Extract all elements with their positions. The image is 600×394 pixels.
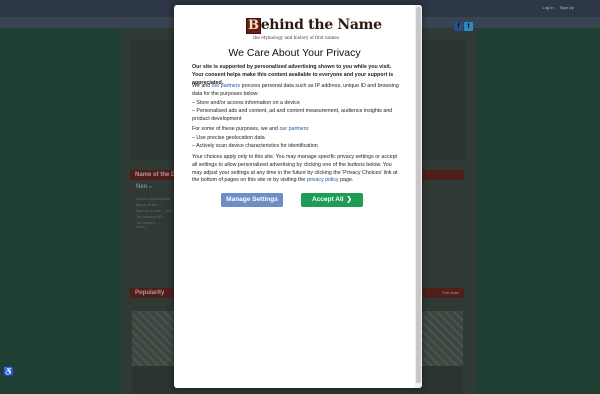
logo-text: ehind the Name [260, 17, 382, 33]
choices-paragraph: Your choices apply only to this site. Yo… [192, 154, 398, 184]
popularity-map-thumbnail[interactable] [132, 311, 176, 366]
section-title: Popularity [135, 290, 165, 296]
manage-settings-button[interactable]: Manage Settings [221, 193, 283, 207]
signup-link[interactable]: Sign Up [560, 5, 574, 10]
featured-name[interactable]: Nen m [136, 184, 152, 190]
dialog-content: Behind the Name the etymology and histor… [174, 5, 415, 388]
logo-initial: B [246, 18, 261, 34]
twitter-icon[interactable]: t [464, 22, 473, 31]
account-links: Log In Sign Up [538, 5, 574, 10]
facebook-icon[interactable]: f [454, 22, 463, 31]
full-chart-link[interactable]: Full chart [443, 290, 459, 295]
accept-all-button[interactable]: Accept All ❯ [301, 193, 363, 207]
purposes-list: – Store and/or access information on a d… [192, 100, 402, 123]
partners-paragraph: We and our partners process personal dat… [192, 83, 399, 97]
chevron-right-icon: ❯ [346, 196, 352, 203]
list-item: – Actively scan device characteristics f… [192, 142, 318, 149]
site-logo: Behind the Name the etymology and histor… [246, 17, 382, 40]
accessibility-icon[interactable]: ♿ [3, 366, 14, 377]
special-purposes-list: – Use precise geolocation data – Activel… [192, 135, 402, 151]
partners-link[interactable]: our partners [212, 83, 241, 89]
privacy-consent-dialog: Behind the Name the etymology and histor… [174, 5, 422, 388]
list-item: – Store and/or access information on a d… [192, 100, 300, 106]
popularity-map-thumbnail[interactable] [422, 311, 463, 366]
partners-link[interactable]: our partners [279, 126, 308, 132]
section-title: Name of the D [135, 172, 176, 178]
name-snippet: Norse mythological figure of the ... leg… [136, 196, 172, 225]
privacy-policy-link[interactable]: privacy policy [307, 177, 339, 183]
scrollbar[interactable] [415, 5, 422, 388]
list-item: – Personalised ads and content, ad and c… [192, 107, 393, 122]
login-link[interactable]: Log In [543, 5, 554, 10]
logo-tagline: the etymology and history of first names [253, 35, 339, 40]
list-item: – Use precise geolocation data [192, 135, 265, 141]
dialog-title: We Care About Your Privacy [228, 47, 361, 59]
special-purposes-paragraph: For some of these purposes, we and our p… [192, 126, 310, 132]
more-link[interactable]: more... [136, 224, 148, 229]
scrollbar-thumb[interactable] [416, 7, 421, 383]
